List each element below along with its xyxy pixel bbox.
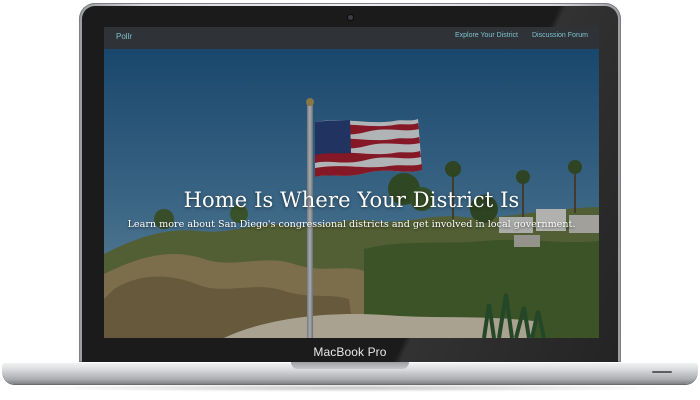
lid-opening-notch (291, 362, 409, 369)
laptop-mockup: MacBook Pro Pollr Explore Your District … (0, 0, 700, 400)
hero-title: Home Is Where Your District Is (183, 188, 520, 212)
hero-section: Home Is Where Your District Is Learn mor… (104, 49, 599, 338)
brand-logo-link[interactable]: Pollr (116, 32, 132, 41)
sleep-indicator (652, 371, 672, 373)
hero-subtitle: Learn more about San Diego's congression… (127, 219, 576, 230)
laptop-shadow (20, 384, 680, 392)
laptop-screen: Pollr Explore Your District Discussion F… (104, 27, 599, 338)
nav-link-discussion-forum[interactable]: Discussion Forum (532, 32, 588, 39)
top-navbar: Pollr Explore Your District Discussion F… (104, 27, 599, 49)
nav-links: Explore Your District Discussion Forum (455, 32, 588, 39)
device-model-label: MacBook Pro (313, 345, 387, 359)
nav-link-explore-district[interactable]: Explore Your District (455, 32, 518, 39)
camera-icon (348, 15, 353, 20)
